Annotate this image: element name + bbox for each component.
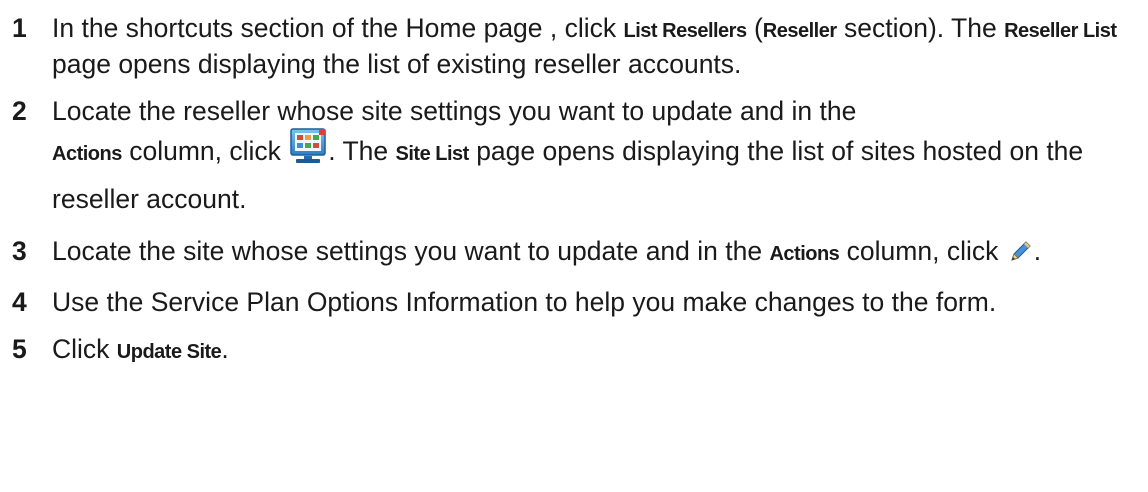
step-2: 2 Locate the reseller whose site setting… [8, 95, 1144, 221]
step-text: column, click [839, 236, 1006, 266]
step-text: Locate the reseller whose site settings … [52, 96, 857, 126]
step-text: column, click [121, 136, 289, 166]
site-list-monitor-icon [290, 128, 326, 177]
update-site-button-label: Update Site [116, 341, 222, 363]
actions-column-label: Actions [769, 243, 840, 265]
reseller-list-page-label: Reseller List [1004, 20, 1117, 42]
step-text: . [1033, 236, 1042, 266]
step-text: . [221, 334, 229, 364]
step-text: ( [746, 13, 763, 43]
step-text: section). The [836, 13, 1005, 43]
step-text: Locate the site whose settings you want … [52, 236, 770, 266]
step-number: 5 [12, 334, 27, 364]
pencil-edit-icon [1008, 239, 1032, 272]
step-number: 1 [12, 13, 27, 43]
step-text: . The [328, 136, 396, 166]
step-3: 3 Locate the site whose settings you wan… [8, 235, 1144, 272]
actions-column-label: Actions [52, 143, 122, 165]
step-1: 1 In the shortcuts section of the Home p… [8, 12, 1144, 81]
procedure-steps: 1 In the shortcuts section of the Home p… [8, 12, 1144, 383]
list-resellers-link: List Resellers [623, 20, 748, 42]
step-number: 3 [12, 236, 27, 266]
step-text: In the shortcuts section of the Home pag… [52, 13, 624, 43]
step-text: Click [52, 334, 117, 364]
step-4: 4 Use the Service Plan Options Informati… [8, 286, 1144, 319]
step-number: 4 [12, 287, 27, 317]
step-5: 5 Click Update Site. [8, 333, 1144, 369]
site-list-page-label: Site List [395, 143, 470, 165]
step-number: 2 [12, 96, 27, 126]
reseller-section-label: Reseller [762, 20, 837, 42]
step-text: Use the Service Plan Options Information… [52, 287, 997, 317]
step-text: page opens displaying the list of existi… [52, 49, 742, 79]
